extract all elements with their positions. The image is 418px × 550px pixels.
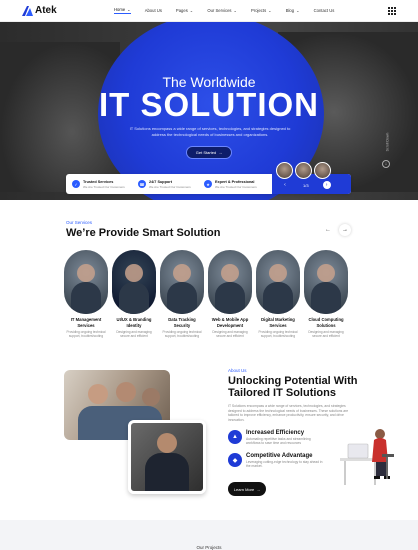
service-cards: IT Management Services Providing ongoing… (64, 250, 348, 338)
trophy-icon: ◆ (228, 453, 242, 467)
main-nav: Home ⌄ About Us Pages ⌄ Our Services ⌄ Proj… (114, 7, 334, 14)
nav-projects[interactable]: Projects ⌄ (251, 7, 272, 14)
service-title: Cloud Computing Solutions (308, 317, 344, 328)
service-card[interactable]: Data Tracking Security Providing ongoing… (160, 250, 204, 338)
about-feature-desc: Leveraging cutting-edge technology to st… (246, 460, 323, 469)
logo-text: Atek (35, 5, 57, 16)
about-feature-desc: Automating repetitive tasks and streamli… (246, 437, 311, 446)
hero-thumbnails (276, 162, 331, 179)
about-feature-title: Competitive Advantage (246, 453, 313, 459)
service-card[interactable]: IT Management Services Providing ongoing… (64, 250, 108, 338)
about-feature-title: Increased Efficiency (246, 430, 305, 436)
arrow-right-icon: → (256, 486, 261, 492)
hero-title: IT SOLUTION (99, 86, 319, 123)
grid-menu-icon[interactable] (388, 7, 396, 15)
service-image (256, 250, 300, 314)
about-title: Unlocking Potential With Tailored IT Sol… (228, 375, 358, 399)
nav-about[interactable]: About Us (145, 7, 162, 14)
service-title: Digital Marketing Services (261, 317, 295, 328)
scroll-down-label: Scroll Down (385, 132, 390, 152)
about-description: IT Solutions encompass a wide range of s… (228, 404, 349, 422)
chevron-down-icon: ⌄ (189, 8, 194, 13)
service-desc: Providing ongoing technical support, tro… (162, 330, 202, 339)
service-image (112, 250, 156, 314)
service-desc: Designing and managing secure and effici… (212, 330, 248, 339)
chevron-left-icon[interactable]: ‹ (281, 181, 289, 189)
button-label: Learn More (233, 486, 255, 492)
services-title: We’re Provide Smart Solution (66, 227, 221, 239)
hero-description: IT Solutions encompass a wide range of s… (129, 126, 291, 137)
chart-icon: ▲ (228, 430, 242, 444)
chevron-down-icon: ⌄ (296, 8, 300, 13)
nav-services[interactable]: Our Services ⌄ (207, 7, 237, 14)
service-title: Data Tracking Security (168, 317, 196, 328)
slide-thumbnail[interactable] (276, 162, 293, 179)
chevron-down-icon: ⌄ (127, 7, 131, 12)
arrow-right-icon: → (218, 150, 223, 155)
feature-sub: We Are Trusted Our Customers (215, 184, 257, 189)
nav-label: Home (114, 7, 126, 12)
shield-icon: ✓ (72, 180, 80, 188)
service-image (208, 250, 252, 314)
service-card[interactable]: Web & Mobile App Development Designing a… (208, 250, 252, 338)
service-desc: Designing and managing secure and effici… (308, 330, 344, 339)
nav-blog[interactable]: Blog ⌄ (286, 7, 300, 14)
nav-label: Pages (175, 8, 188, 13)
scroll-down-icon[interactable]: ↓ (382, 160, 390, 168)
nav-label: Projects (251, 8, 267, 13)
nav-home[interactable]: Home ⌄ (114, 7, 131, 14)
nav-pages[interactable]: Pages ⌄ (176, 7, 193, 14)
service-desc: Providing ongoing technical support, tro… (258, 330, 298, 339)
nav-contact[interactable]: Contact Us (314, 7, 335, 14)
service-card[interactable]: Digital Marketing Services Providing ong… (256, 250, 300, 338)
service-title: IT Management Services (70, 317, 102, 328)
chevron-down-icon: ⌄ (233, 8, 238, 13)
user-check-icon: ★ (204, 180, 212, 188)
services-slider-arrows: ← → (322, 224, 351, 236)
feature-sub: We Are Trusted Our Customers (149, 184, 191, 189)
logo-icon (22, 5, 33, 16)
arrow-left-icon[interactable]: ← (322, 224, 334, 236)
about-feature: ◆ Competitive Advantage Leveraging cuttin… (228, 453, 326, 469)
service-desc: Designing and managing secure and effici… (116, 330, 152, 339)
about-tag: About Us (228, 368, 247, 373)
services-tag: Our Services (66, 220, 93, 225)
headset-icon: ☎ (138, 180, 146, 188)
service-desc: Providing ongoing technical support, tro… (66, 330, 106, 339)
arrow-right-icon[interactable]: → (339, 224, 351, 236)
chevron-right-icon[interactable]: › (322, 181, 331, 189)
feature-item: ☎ 24/7 Support We Are Trusted Our Custome… (138, 180, 198, 189)
service-title: Web & Mobile App Development (211, 317, 249, 328)
feature-title: Expert & Professional (215, 179, 255, 184)
feature-item: ★ Expert & Professional We Are Trusted Ou… (204, 180, 264, 189)
about-person-photo (128, 420, 206, 494)
service-image (160, 250, 204, 314)
service-title: UI/UX & Branding Identity (116, 317, 152, 328)
logo[interactable]: Atek (22, 5, 57, 16)
site-header: Atek Home ⌄ About Us Pages ⌄ Our Services ⌄… (0, 0, 418, 22)
button-label: Get Started (195, 150, 217, 155)
developer-illustration (340, 429, 394, 485)
service-card[interactable]: Cloud Computing Solutions Designing and … (304, 250, 348, 338)
chevron-down-icon: ⌄ (268, 8, 272, 13)
service-image (64, 250, 108, 314)
slide-thumbnail[interactable] (314, 162, 331, 179)
get-started-button[interactable]: Get Started → (186, 146, 232, 159)
feature-item: ✓ Trusted Services We Are Trusted Our Cus… (72, 180, 132, 189)
projects-tag: Our Projects (196, 545, 222, 550)
slider-nav: ‹ 1/3 › (281, 181, 331, 189)
nav-label: About Us (144, 8, 162, 13)
about-feature: ▲ Increased Efficiency Automating repetit… (228, 430, 326, 446)
nav-label: Our Services (207, 8, 232, 13)
feature-sub: We Are Trusted Our Customers (83, 184, 125, 189)
service-card[interactable]: UI/UX & Branding Identity Designing and … (112, 250, 156, 338)
nav-label: Contact Us (313, 8, 335, 13)
nav-label: Blog (285, 8, 295, 13)
service-image (304, 250, 348, 314)
learn-more-button[interactable]: Learn More → (228, 482, 266, 496)
slide-thumbnail[interactable] (295, 162, 312, 179)
slide-indicator: 1/3 (303, 182, 309, 188)
